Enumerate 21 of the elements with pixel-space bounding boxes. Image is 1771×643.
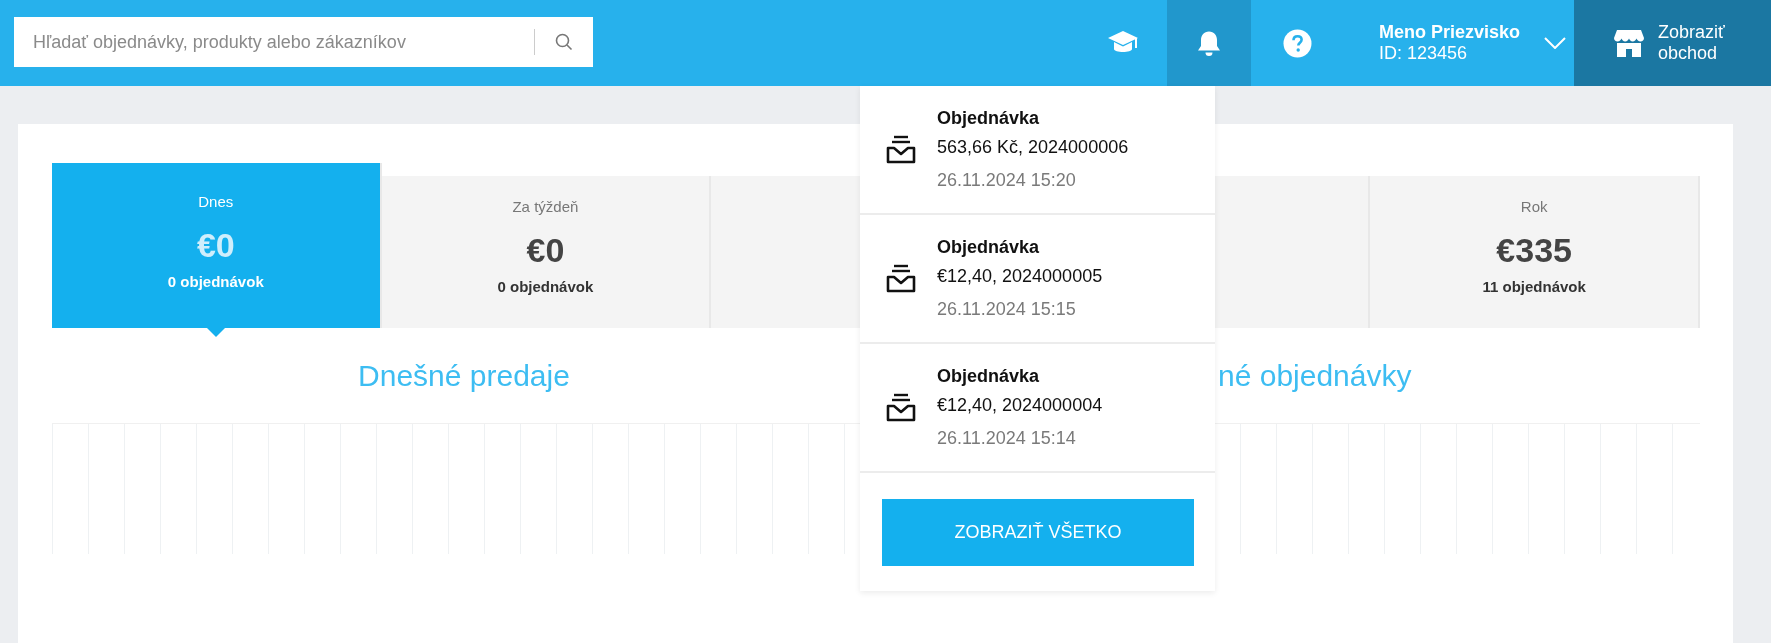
notification-time: 26.11.2024 15:14 (937, 428, 1077, 449)
notification-title: Objednávka (937, 366, 1041, 387)
user-name: Meno Priezvisko (1379, 22, 1521, 43)
stat-value: €0 (196, 226, 235, 265)
stat-label: Dnes (198, 193, 234, 210)
notification-time: 26.11.2024 15:20 (937, 170, 1077, 191)
notification-title: Objednávka (937, 108, 1041, 129)
order-count: 0 objednávok (497, 278, 594, 295)
order-count: 0 objednávok (167, 273, 264, 290)
order-summary: 563,66 Kč, 2024000006 (937, 137, 1129, 158)
order-summary: €12,40, 2024000004 (937, 395, 1103, 416)
chart-title: né objednávky (1218, 358, 1412, 393)
notification-title: Objednávka (937, 237, 1041, 258)
stat-value: €0 (526, 231, 565, 270)
order-summary: €12,40, 2024000005 (937, 266, 1103, 287)
stat-value: €335 (1496, 231, 1572, 270)
order-count: 11 objednávok (1482, 278, 1586, 295)
stat-label: Za týždeň (512, 198, 579, 215)
stat-label: Rok (1520, 198, 1548, 215)
notification-time: 26.11.2024 15:15 (937, 299, 1077, 320)
chart-title: Dnešné predaje (358, 358, 570, 393)
